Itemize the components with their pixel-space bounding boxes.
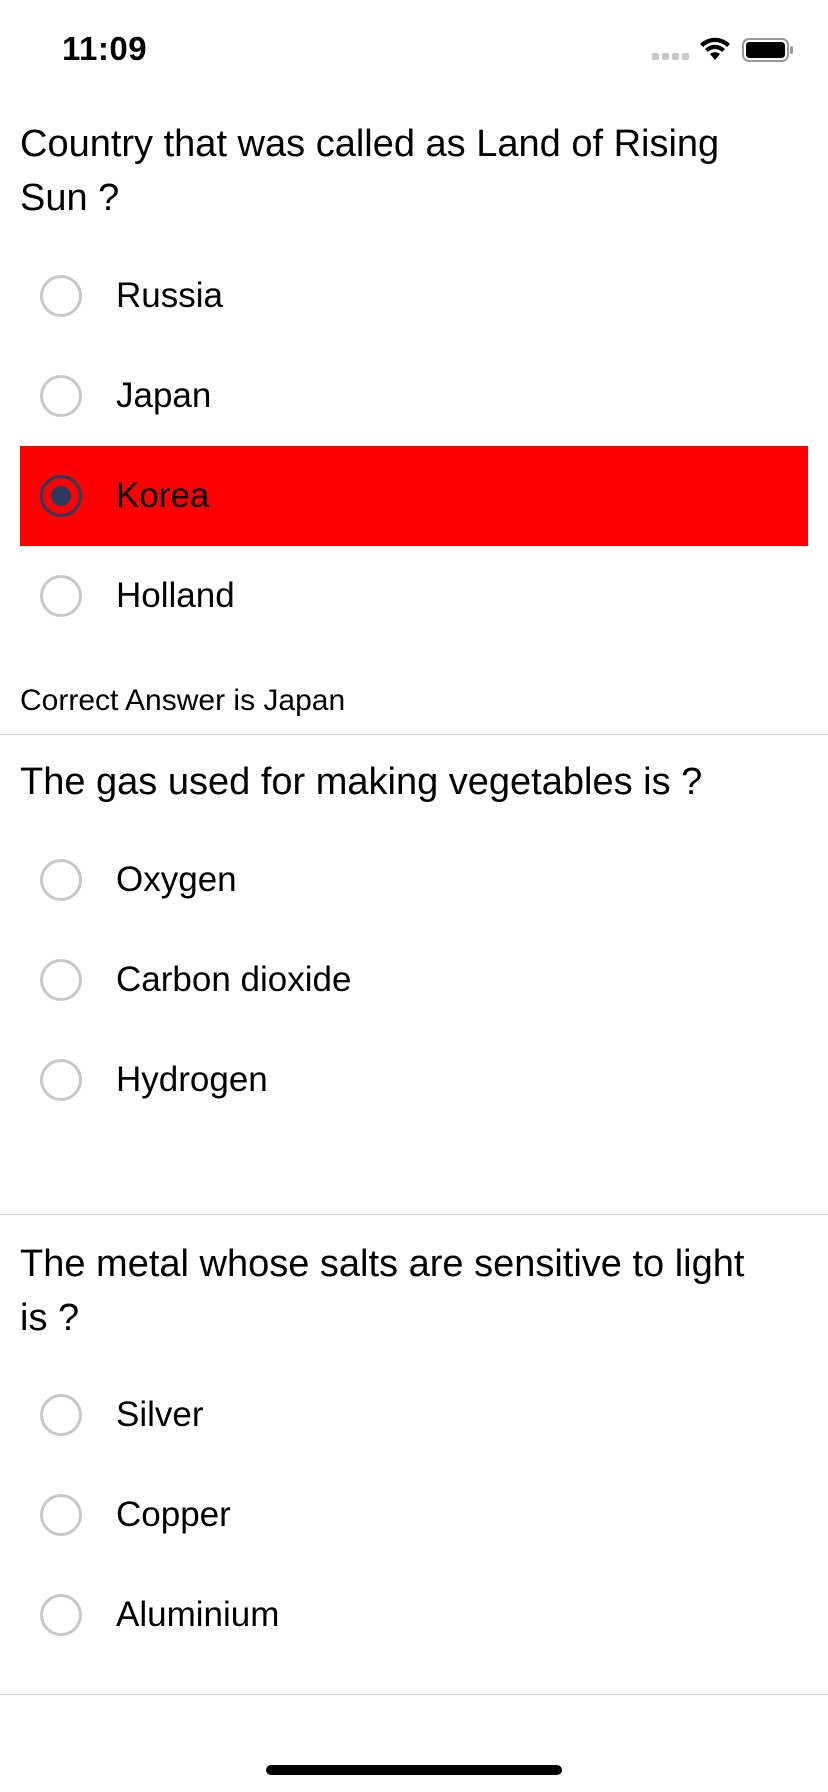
radio-unchecked-icon[interactable] [40,575,82,617]
radio-unchecked-icon[interactable] [40,1594,82,1636]
wifi-icon [700,37,730,60]
divider [0,1694,828,1695]
option-korea-selected-wrong[interactable]: Korea [20,446,808,546]
option-label: Korea [116,476,210,515]
option-copper[interactable]: Copper [20,1465,808,1565]
option-label: Carbon dioxide [116,960,352,999]
signal-dots-icon [652,53,689,60]
radio-unchecked-icon[interactable] [40,859,82,901]
option-label: Copper [116,1495,231,1534]
option-holland[interactable]: Holland [20,546,808,646]
radio-unchecked-icon[interactable] [40,275,82,317]
radio-unchecked-icon[interactable] [40,1494,82,1536]
option-oxygen[interactable]: Oxygen [20,830,808,930]
option-carbon-dioxide[interactable]: Carbon dioxide [20,930,808,1030]
question-text: Country that was called as Land of Risin… [20,123,720,219]
option-label: Oxygen [116,860,237,899]
option-hydrogen[interactable]: Hydrogen [20,1030,808,1130]
correct-answer-text: Correct Answer is Japan [20,684,346,717]
option-japan[interactable]: Japan [20,346,808,446]
quiz-screen: 11:09 Country that was called as Land of… [0,0,828,1792]
radio-unchecked-icon[interactable] [40,959,82,1001]
option-label: Japan [116,376,212,415]
radio-checked-icon[interactable] [40,475,82,517]
option-label: Silver [116,1395,204,1434]
option-russia[interactable]: Russia [20,246,808,346]
option-silver[interactable]: Silver [20,1365,808,1465]
battery-icon [742,38,793,62]
option-label: Holland [116,576,235,615]
question-text: The metal whose salts are sensitive to l… [20,1243,745,1339]
radio-unchecked-icon[interactable] [40,1394,82,1436]
status-time: 11:09 [62,30,148,67]
home-indicator[interactable] [266,1765,562,1775]
option-aluminium[interactable]: Aluminium [20,1565,808,1665]
option-label: Hydrogen [116,1060,268,1099]
option-label: Russia [116,276,223,315]
radio-unchecked-icon[interactable] [40,1059,82,1101]
option-label: Aluminium [116,1595,280,1634]
question-text: The gas used for making vegetables is ? [20,761,703,803]
status-bar: 11:09 [0,0,828,100]
divider [0,734,828,735]
divider [0,1214,828,1215]
radio-unchecked-icon[interactable] [40,375,82,417]
